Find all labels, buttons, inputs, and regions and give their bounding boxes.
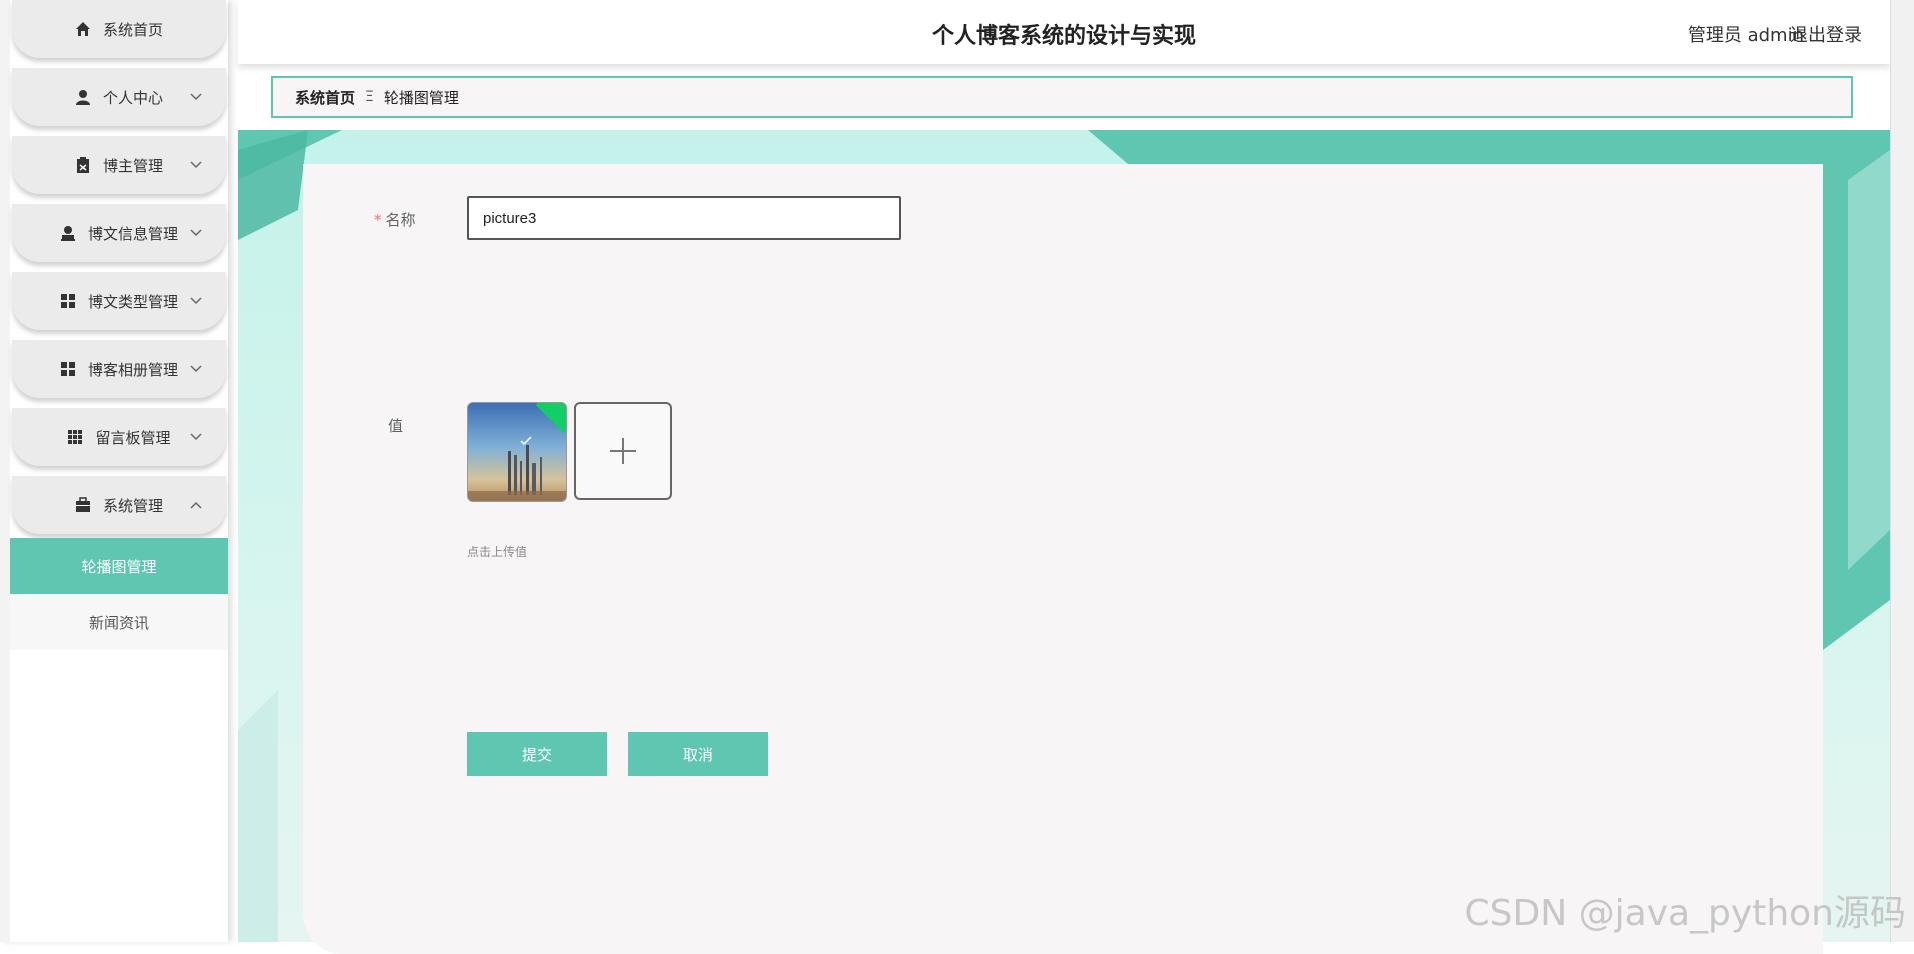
upload-add-button[interactable] xyxy=(574,402,672,500)
home-icon xyxy=(75,21,91,37)
sidebar-item-label: 博文类型管理 xyxy=(87,292,178,311)
sidebar-item-system[interactable]: 系统管理 xyxy=(12,476,226,534)
required-mark: * xyxy=(374,211,382,229)
breadcrumb-current: 轮播图管理 xyxy=(383,88,459,107)
breadcrumb-separator-icon: Ξ xyxy=(365,89,374,105)
vertical-scrollbar[interactable] xyxy=(1890,0,1914,942)
sidebar-item-post-info[interactable]: 博文信息管理 xyxy=(12,204,226,262)
cancel-button[interactable]: 取消 xyxy=(628,732,768,776)
sidebar-item-label: 博客相册管理 xyxy=(87,360,178,379)
plus-icon xyxy=(610,438,636,464)
sidebar-item-post-type[interactable]: 博文类型管理 xyxy=(12,272,226,330)
chevron-down-icon xyxy=(190,161,202,169)
clipboard-icon xyxy=(75,157,91,173)
chevron-down-icon xyxy=(190,229,202,237)
name-label-text: 名称 xyxy=(385,211,416,229)
sidebar-item-label: 博主管理 xyxy=(102,156,163,175)
check-icon xyxy=(520,436,532,446)
chevron-down-icon xyxy=(190,433,202,441)
name-input[interactable] xyxy=(467,196,901,240)
sidebar-item-blogger[interactable]: 博主管理 xyxy=(12,136,226,194)
chevron-down-icon xyxy=(190,93,202,101)
admin-user-label: 管理员 admin xyxy=(1687,25,1804,46)
briefcase-icon xyxy=(75,497,91,513)
stamp-icon xyxy=(60,225,76,241)
sidebar-subitem-carousel[interactable]: 轮播图管理 xyxy=(10,538,228,594)
value-label: 值 xyxy=(388,417,404,435)
sidebar-item-label: 系统首页 xyxy=(102,20,163,39)
sidebar-item-label: 博文信息管理 xyxy=(87,224,178,243)
grid-icon xyxy=(60,293,76,309)
user-icon xyxy=(75,89,91,105)
sidebar-subitem-label: 新闻资讯 xyxy=(88,613,149,632)
sidebar: 系统首页 个人中心 博主管理 博文信息管理 博文类型管理 博客相册管理 留言板管… xyxy=(0,0,228,942)
chevron-down-icon xyxy=(190,297,202,305)
sidebar-item-message-board[interactable]: 留言板管理 xyxy=(12,408,226,466)
breadcrumb: 系统首页 Ξ 轮播图管理 xyxy=(271,76,1853,118)
chevron-down-icon xyxy=(190,365,202,373)
logout-link[interactable]: 退出登录 xyxy=(1790,21,1862,47)
breadcrumb-home[interactable]: 系统首页 xyxy=(295,87,355,108)
uploaded-image-thumbnail[interactable] xyxy=(467,402,567,502)
form-card xyxy=(303,164,1823,954)
sidebar-item-home[interactable]: 系统首页 xyxy=(12,0,226,58)
apps-icon xyxy=(67,429,83,445)
sidebar-item-personal-center[interactable]: 个人中心 xyxy=(12,68,226,126)
grid-icon xyxy=(60,361,76,377)
sidebar-subitem-news[interactable]: 新闻资讯 xyxy=(10,594,228,650)
sidebar-item-label: 个人中心 xyxy=(102,88,163,107)
watermark: CSDN @java_python源码 xyxy=(1464,893,1906,934)
sidebar-item-album[interactable]: 博客相册管理 xyxy=(12,340,226,398)
name-label: * 名称 xyxy=(374,209,416,230)
chevron-up-icon xyxy=(190,501,202,509)
submit-button[interactable]: 提交 xyxy=(467,732,607,776)
top-header: 个人博客系统的设计与实现 管理员 admin 退出登录 xyxy=(238,0,1890,64)
upload-hint: 点击上传值 xyxy=(467,545,528,559)
app-title: 个人博客系统的设计与实现 xyxy=(931,24,1196,49)
sidebar-item-label: 系统管理 xyxy=(102,496,163,515)
sidebar-subitem-label: 轮播图管理 xyxy=(81,557,157,576)
sidebar-item-label: 留言板管理 xyxy=(95,428,171,447)
